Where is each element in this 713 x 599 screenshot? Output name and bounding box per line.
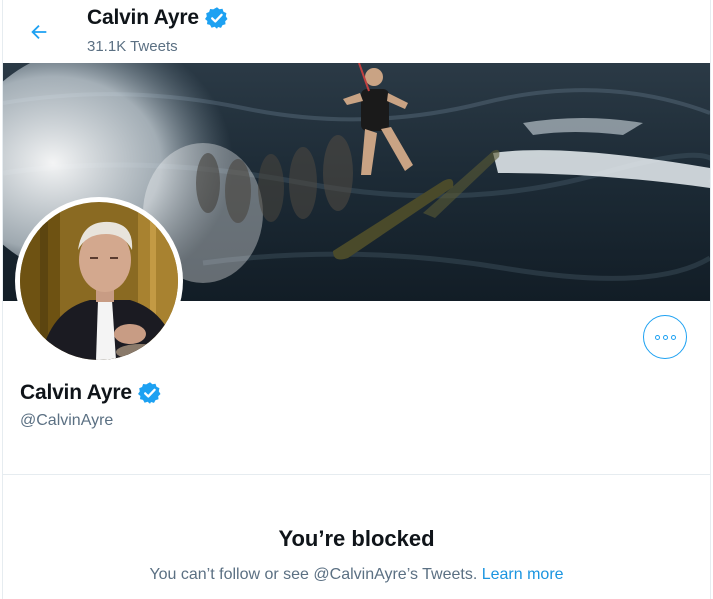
- more-options-button[interactable]: [643, 315, 687, 359]
- verified-badge-icon: [137, 381, 162, 405]
- blocked-title: You’re blocked: [278, 526, 435, 551]
- blocked-message-text: You can’t follow or see @CalvinAyre’s Tw…: [149, 566, 478, 583]
- back-arrow-icon: [31, 24, 47, 40]
- tweet-count: 31.1K Tweets: [87, 38, 178, 55]
- learn-more-link[interactable]: Learn more: [482, 566, 564, 583]
- section-divider: [3, 474, 710, 475]
- profile-header: Calvin Ayre 31.1K Tweets: [3, 0, 710, 63]
- right-border: [710, 0, 711, 599]
- header-title: Calvin Ayre: [87, 6, 229, 30]
- blocked-message: You can’t follow or see @CalvinAyre’s Tw…: [3, 566, 710, 584]
- profile-name: Calvin Ayre: [20, 381, 132, 404]
- avatar-image: [20, 202, 178, 360]
- back-button[interactable]: [23, 16, 55, 48]
- more-options-icon: [654, 334, 676, 340]
- profile-name-row: Calvin Ayre: [20, 381, 162, 405]
- header-name: Calvin Ayre: [87, 6, 199, 29]
- profile-avatar[interactable]: [15, 197, 183, 365]
- profile-handle: @CalvinAyre: [20, 412, 114, 429]
- verified-badge-icon: [204, 6, 229, 30]
